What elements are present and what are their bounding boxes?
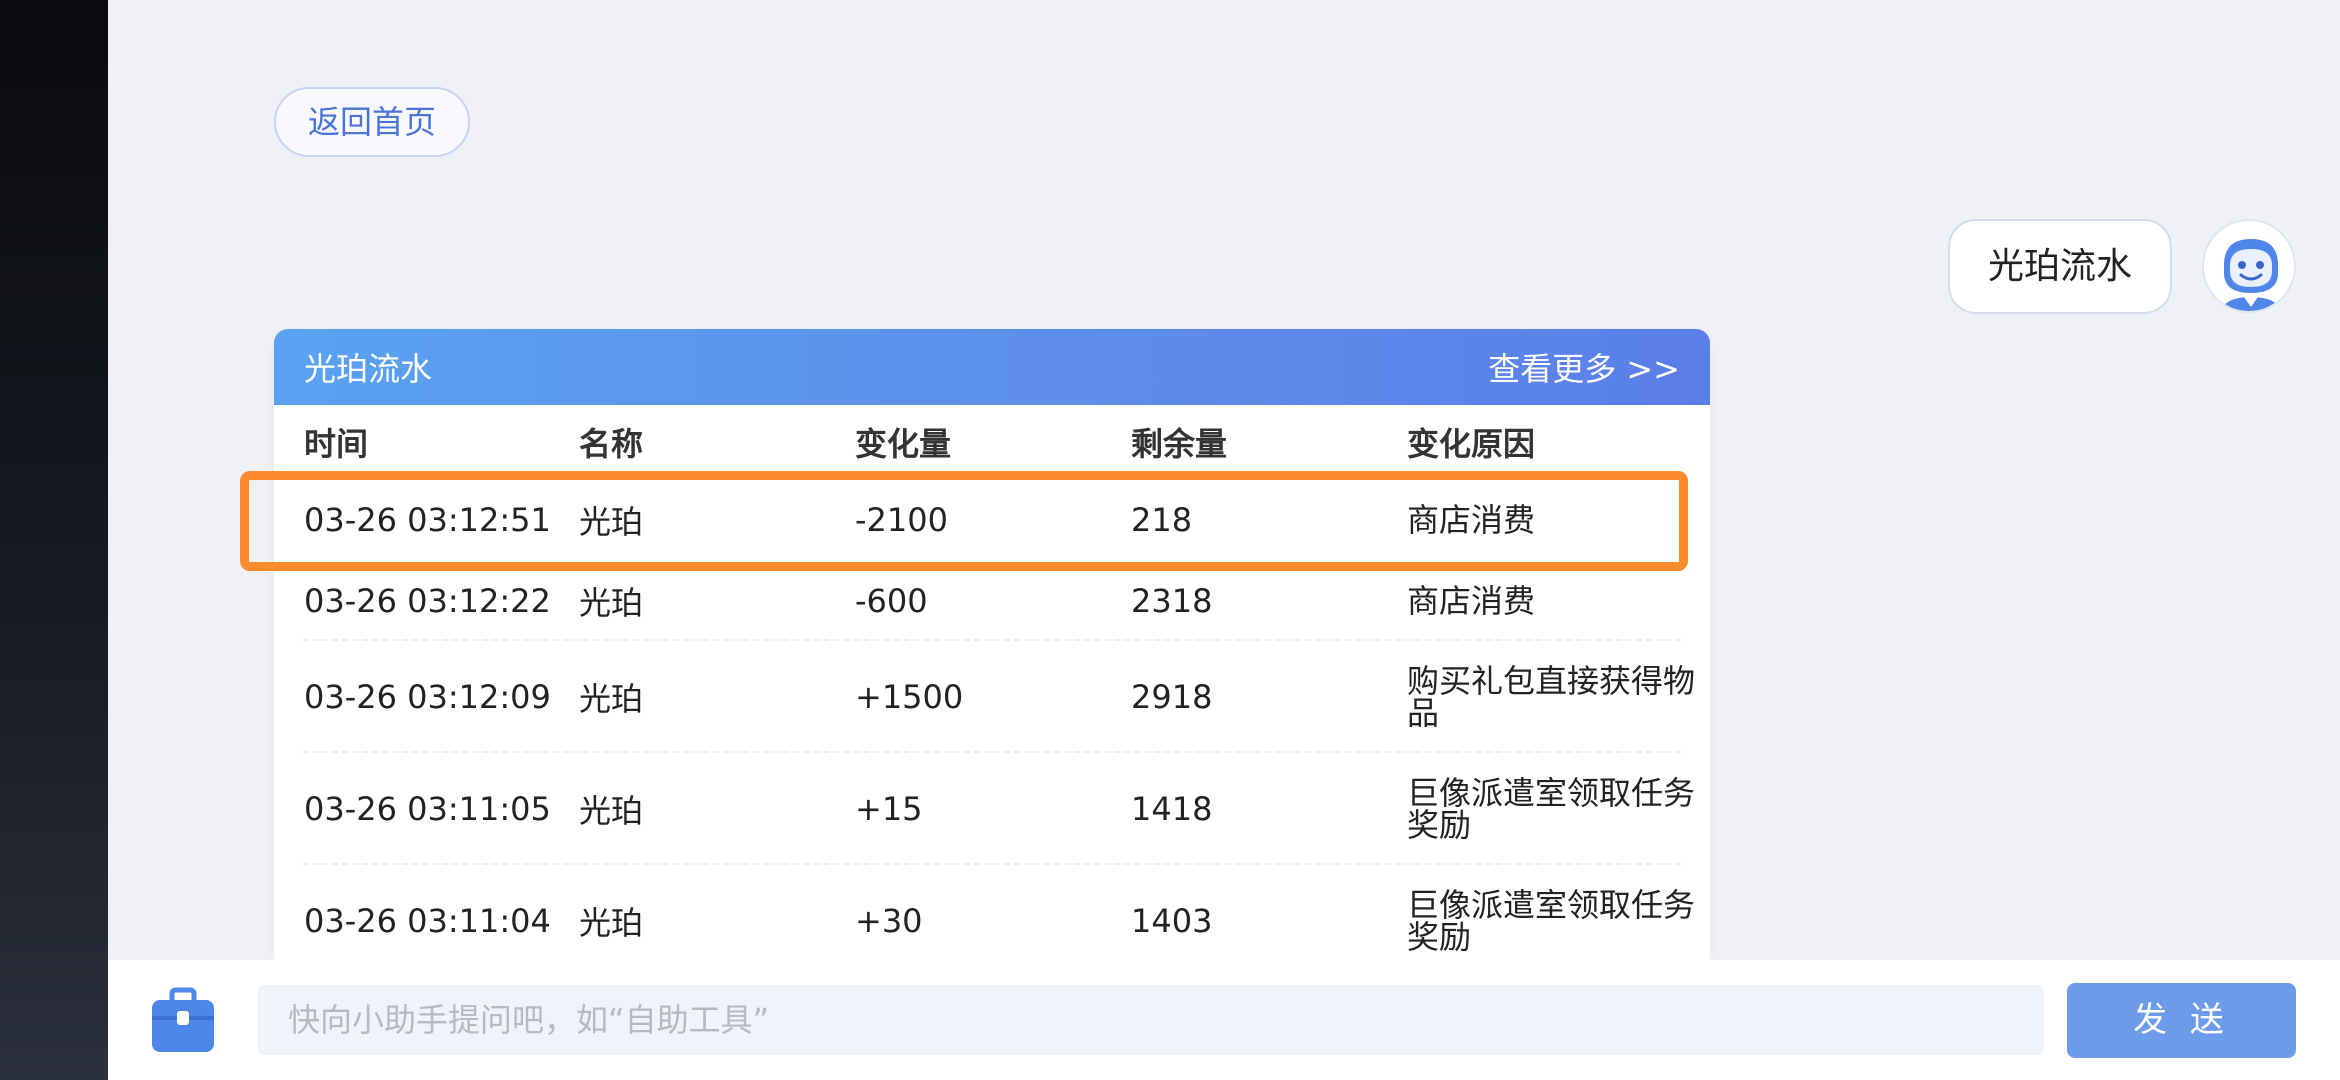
- table-header: 时间 名称 变化量 剩余量 变化原因: [274, 405, 1710, 479]
- cell-change: +1500: [855, 678, 964, 716]
- send-button[interactable]: 发 送: [2067, 983, 2296, 1058]
- cell-name: 光珀: [579, 904, 644, 942]
- question-input[interactable]: [258, 985, 2044, 1055]
- card-title: 光珀流水: [304, 350, 433, 388]
- cell-reason: 巨像派遣室领取任务奖励: [1407, 774, 1696, 844]
- cell-reason: 巨像派遣室领取任务奖励: [1407, 886, 1696, 956]
- cell-remaining: 2918: [1131, 678, 1213, 716]
- cell-reason: 商店消费: [1407, 581, 1536, 620]
- input-bar: 发 送: [108, 960, 2340, 1080]
- avatar-face-icon: [2204, 221, 2294, 311]
- highlighted-row-outline: [240, 471, 1688, 571]
- cell-remaining: 2318: [1131, 581, 1213, 620]
- cell-remaining: 1418: [1131, 790, 1213, 828]
- column-header-time: 时间: [304, 425, 369, 463]
- cell-remaining: 1403: [1131, 902, 1213, 940]
- table-row: 03-26 03:12:09 光珀 +1500 2918 购买礼包直接获得物品: [274, 641, 1710, 753]
- card-header: 光珀流水 查看更多 >>: [274, 329, 1710, 405]
- cell-change: +30: [855, 902, 923, 940]
- cell-time: 03-26 03:12:22: [304, 581, 551, 620]
- column-header-reason: 变化原因: [1407, 425, 1536, 463]
- cell-time: 03-26 03:11:04: [304, 902, 551, 940]
- cell-name: 光珀: [579, 792, 644, 830]
- toolbox-icon[interactable]: [150, 986, 216, 1054]
- view-more-link[interactable]: 查看更多 >>: [1488, 344, 1680, 390]
- column-header-remaining: 剩余量: [1131, 425, 1228, 463]
- back-to-home-button[interactable]: 返回首页: [274, 87, 470, 157]
- table-row: 03-26 03:12:22 光珀 -600 2318 商店消费: [274, 560, 1710, 641]
- cell-change: -600: [855, 581, 928, 620]
- currency-flow-card: 光珀流水 查看更多 >> 时间 名称 变化量 剩余量 变化原因 03-26 03…: [274, 329, 1710, 969]
- cell-change: +15: [855, 790, 923, 828]
- table-row: 03-26 03:11:04 光珀 +30 1403 巨像派遣室领取任务奖励: [274, 865, 1710, 969]
- cell-time: 03-26 03:11:05: [304, 790, 551, 828]
- column-header-name: 名称: [579, 425, 644, 463]
- cell-reason: 购买礼包直接获得物品: [1407, 662, 1696, 732]
- left-dark-strip: [0, 0, 108, 1080]
- column-header-change: 变化量: [855, 425, 952, 463]
- cell-name: 光珀: [579, 583, 644, 622]
- assistant-avatar-icon: [2202, 219, 2296, 313]
- user-message-bubble: 光珀流水: [1948, 219, 2172, 314]
- table-row: 03-26 03:11:05 光珀 +15 1418 巨像派遣室领取任务奖励: [274, 753, 1710, 865]
- cell-name: 光珀: [579, 680, 644, 718]
- cell-time: 03-26 03:12:09: [304, 678, 551, 716]
